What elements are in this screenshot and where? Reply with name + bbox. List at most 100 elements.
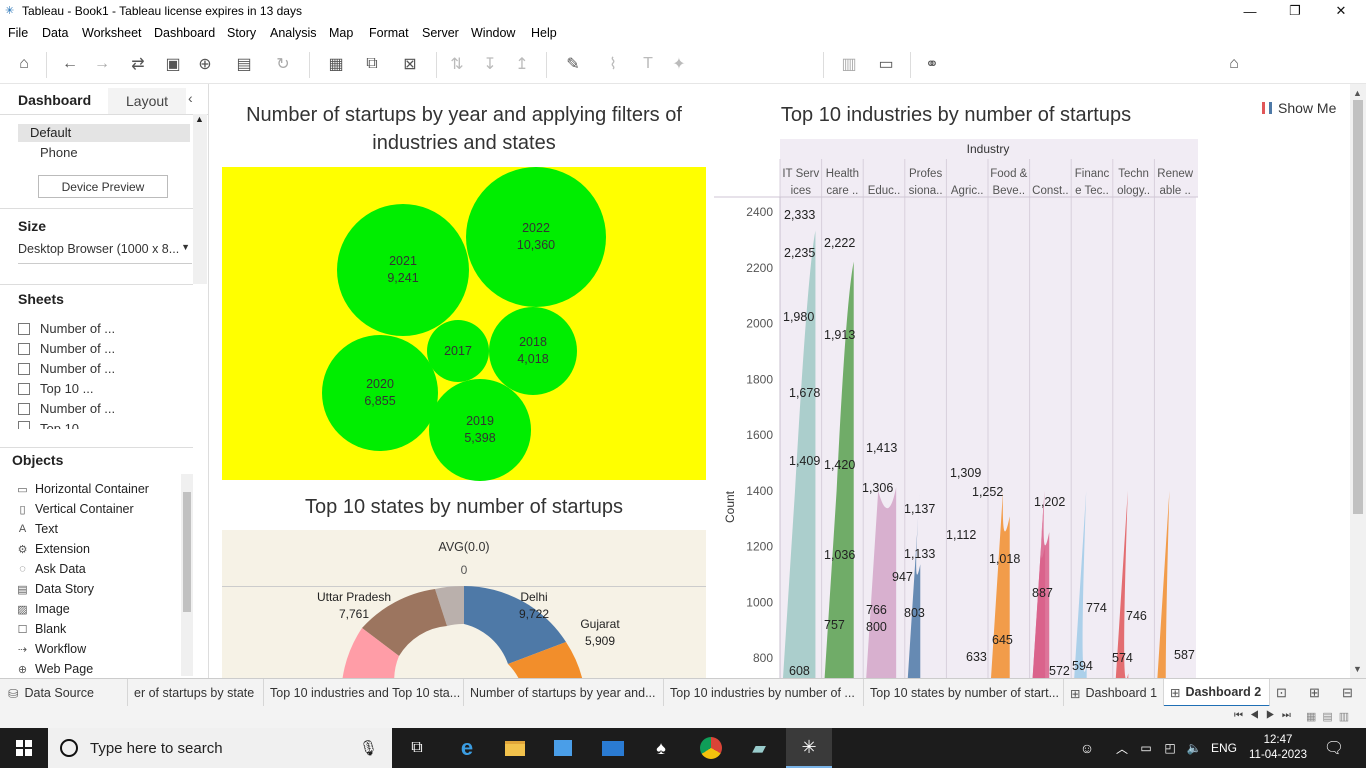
- object-extension[interactable]: ⚙ Extension: [16, 542, 90, 556]
- bubble-2020[interactable]: 2020 6,855: [322, 335, 438, 451]
- industries-area-chart[interactable]: Industry IT Serv ices Health care .. Educ.. Pr…: [714, 139, 1198, 678]
- menu-file[interactable]: File: [8, 26, 28, 40]
- sheet-item[interactable]: Number of ...: [18, 361, 115, 376]
- new-dashboard-icon[interactable]: ⊞: [1309, 685, 1320, 701]
- sort-ascending-icon[interactable]: ↧: [479, 54, 501, 74]
- sheet-item[interactable]: Top 10 ...: [18, 381, 93, 396]
- object-text[interactable]: A Text: [16, 522, 58, 536]
- task-view-icon[interactable]: ⧉: [396, 728, 438, 768]
- swap-icon[interactable]: ⇅: [446, 54, 468, 74]
- collapse-panel-icon[interactable]: ‹: [188, 90, 206, 110]
- object-ask-data[interactable]: ◌ Ask Data: [16, 562, 86, 576]
- tab-startups-by-state[interactable]: er of startups by state: [128, 679, 264, 707]
- taskbar-search-box[interactable]: Type here to search 🎙: [48, 728, 392, 768]
- minimize-button[interactable]: —: [1227, 0, 1273, 22]
- tab-dashboard-2[interactable]: ⊞ Dashboard 2: [1164, 679, 1270, 707]
- tab-layout[interactable]: Layout: [108, 88, 186, 114]
- menu-format[interactable]: Format: [369, 26, 409, 40]
- device-default[interactable]: Default: [18, 124, 190, 142]
- refresh-icon[interactable]: ↻: [265, 54, 301, 74]
- tab-startups-by-year[interactable]: Number of startups by year and...: [464, 679, 664, 707]
- menu-data[interactable]: Data: [42, 26, 68, 40]
- battery-icon[interactable]: ▭: [1136, 728, 1156, 768]
- new-worksheet-icon[interactable]: ⊡: [1276, 685, 1287, 701]
- close-button[interactable]: ✕: [1318, 0, 1364, 22]
- menu-dashboard[interactable]: Dashboard: [154, 26, 215, 40]
- object-workflow[interactable]: ⇢ Workflow: [16, 642, 86, 656]
- view-toggle-icons[interactable]: ▦▤▥: [1306, 710, 1355, 723]
- notifications-icon[interactable]: 🗨: [1316, 728, 1352, 768]
- bubble-2018[interactable]: 2018 4,018: [489, 307, 577, 395]
- group-icon[interactable]: ⌇: [596, 54, 630, 74]
- sheet-item[interactable]: Number of ...: [18, 321, 115, 336]
- object-horizontal-container[interactable]: ▭ Horizontal Container: [16, 482, 149, 496]
- network-icon[interactable]: ◰: [1160, 728, 1180, 768]
- show-cards-icon[interactable]: ▥: [834, 54, 864, 74]
- sort-descending-icon[interactable]: ↥: [511, 54, 533, 74]
- tab-dashboard[interactable]: Dashboard: [0, 88, 108, 114]
- clock[interactable]: 12:47 11-04-2023: [1244, 728, 1312, 768]
- pin-icon[interactable]: ✦: [668, 54, 690, 74]
- menu-story[interactable]: Story: [227, 26, 256, 40]
- object-image[interactable]: ▨ Image: [16, 602, 69, 616]
- sheet-item[interactable]: Top 10: [18, 421, 79, 429]
- label-icon[interactable]: T: [637, 54, 659, 74]
- tab-data-source[interactable]: ⛁ Data Source: [0, 679, 128, 707]
- sheet-item[interactable]: Number of ...: [18, 401, 115, 416]
- object-web-page[interactable]: ⊕ Web Page: [16, 662, 93, 676]
- bubble-chart[interactable]: 2022 10,360 2021 9,241 2020 6,855 2019 5,398…: [222, 167, 706, 481]
- chrome-icon[interactable]: [690, 728, 732, 768]
- object-data-story[interactable]: ▤ Data Story: [16, 582, 94, 596]
- restore-button[interactable]: ❐: [1272, 0, 1318, 22]
- highlight-icon[interactable]: ✎: [556, 54, 590, 74]
- store-icon[interactable]: [542, 728, 584, 768]
- windows-start-icon[interactable]: [0, 728, 48, 768]
- bubble-2022[interactable]: 2022 10,360: [466, 167, 606, 307]
- states-donut-chart[interactable]: AVG(0.0) 0 Uttar Pradesh 7,761 Delhi 9,722…: [222, 530, 706, 678]
- people-icon[interactable]: ☺: [1074, 728, 1100, 768]
- app-icon[interactable]: ▰: [738, 728, 780, 768]
- canvas-scrollbar[interactable]: ▲ ▼: [1350, 84, 1366, 678]
- solitaire-icon[interactable]: ♠: [640, 728, 682, 768]
- object-blank[interactable]: ☐ Blank: [16, 622, 67, 636]
- tableau-taskbar-icon[interactable]: ✳: [786, 728, 832, 768]
- menu-server[interactable]: Server: [422, 26, 459, 40]
- format-painter-icon[interactable]: ⌂: [1222, 54, 1246, 74]
- clear-sheet-icon[interactable]: ⊠: [392, 54, 428, 74]
- file-explorer-icon[interactable]: [494, 728, 536, 768]
- new-worksheet-icon[interactable]: ▦: [318, 54, 354, 74]
- presentation-icon[interactable]: ▭: [874, 54, 898, 74]
- new-datasource-icon[interactable]: ⊕: [194, 54, 216, 74]
- tab-top10-industries[interactable]: Top 10 industries by number of ...: [664, 679, 864, 707]
- tab-dashboard-1[interactable]: ⊞ Dashboard 1: [1064, 679, 1164, 707]
- objects-scrollbar[interactable]: [181, 474, 193, 676]
- show-me-button[interactable]: Show Me: [1262, 98, 1346, 118]
- tab-top10-states[interactable]: Top 10 states by number of start...: [864, 679, 1064, 707]
- replace-data-icon[interactable]: ⇄: [120, 54, 156, 74]
- bubble-2021[interactable]: 2021 9,241: [337, 204, 469, 336]
- tab-navigation-icons[interactable]: ⏮◀▶⏭: [1234, 710, 1298, 721]
- menu-analysis[interactable]: Analysis: [270, 26, 317, 40]
- pause-updates-icon[interactable]: ▤: [226, 54, 262, 74]
- save-icon[interactable]: ▣: [162, 54, 184, 74]
- new-story-icon[interactable]: ⊟: [1342, 685, 1353, 701]
- devices-scrollbar[interactable]: ▲: [193, 114, 207, 284]
- mail-icon[interactable]: [592, 728, 634, 768]
- tray-chevron-icon[interactable]: ︿: [1112, 728, 1132, 768]
- language-indicator[interactable]: ENG: [1208, 728, 1240, 768]
- tab-top10-industries-states[interactable]: Top 10 industries and Top 10 sta...: [264, 679, 464, 707]
- volume-icon[interactable]: 🔈: [1184, 728, 1204, 768]
- redo-icon[interactable]: →: [90, 54, 114, 74]
- device-preview-button[interactable]: Device Preview: [38, 175, 168, 198]
- sheet-item[interactable]: Number of ...: [18, 341, 115, 356]
- bubble-2019[interactable]: 2019 5,398: [429, 379, 531, 481]
- size-dropdown[interactable]: Desktop Browser (1000 x 8... ▼: [18, 242, 192, 264]
- share-icon[interactable]: ⚭: [920, 54, 944, 74]
- bubble-2017[interactable]: 2017: [427, 320, 489, 382]
- menu-worksheet[interactable]: Worksheet: [82, 26, 142, 40]
- menu-map[interactable]: Map: [329, 26, 353, 40]
- undo-icon[interactable]: ←: [58, 54, 82, 74]
- duplicate-icon[interactable]: ⧉: [360, 54, 384, 74]
- menu-window[interactable]: Window: [471, 26, 515, 40]
- device-phone[interactable]: Phone: [40, 145, 78, 160]
